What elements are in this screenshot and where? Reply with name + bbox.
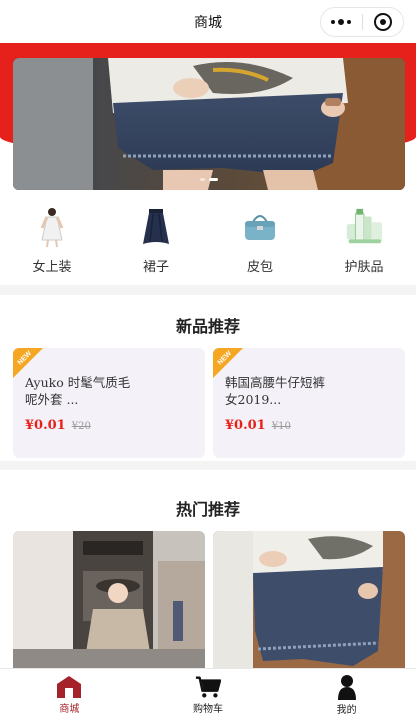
navigation-bar: 商城 [0, 0, 416, 43]
carousel-indicator [13, 178, 405, 181]
price-row: ¥0.01 ¥10 [225, 418, 291, 433]
section-title: 新品推荐 [175, 317, 240, 336]
banner-section [0, 43, 416, 198]
tab-cart[interactable]: 购物车 [139, 669, 278, 715]
category-label: 护肤品 [344, 260, 384, 275]
category-item-skirts[interactable]: 裙子 [104, 198, 208, 285]
tab-label: 商城 [59, 704, 80, 715]
cart-icon [195, 674, 221, 699]
product-original-price: ¥20 [71, 421, 91, 432]
category-label: 女上装 [32, 260, 72, 275]
new-products-grid: NEW Ayuko 时髦气质毛呢外套 ... ¥0.01 ¥20 NEW 韩国高… [13, 348, 405, 458]
product-name: 韩国高腰牛仔短裤女2019... [225, 375, 326, 407]
tab-store[interactable]: 商城 [0, 669, 139, 715]
product-image [213, 531, 405, 671]
more-menu-icon[interactable] [321, 19, 362, 25]
product-price: ¥0.01 [25, 418, 66, 433]
category-item-bags[interactable]: 皮包 [208, 198, 312, 285]
tab-label: 我的 [336, 705, 357, 715]
store-icon [56, 674, 82, 699]
banner-image [13, 58, 405, 190]
hot-products-grid [13, 531, 405, 671]
user-icon [334, 674, 360, 700]
hot-products-section: 热门推荐 [0, 470, 416, 671]
handbag-icon [239, 206, 281, 248]
close-miniprogram-icon[interactable] [362, 13, 403, 31]
price-row: ¥0.01 ¥20 [25, 418, 91, 433]
hot-product-card[interactable] [213, 531, 405, 671]
carousel-dot [200, 178, 205, 181]
skirt-icon [135, 206, 177, 248]
tab-profile[interactable]: 我的 [277, 669, 416, 715]
tab-label: 购物车 [193, 704, 223, 715]
tab-bar: 商城 购物车 我的 [0, 668, 416, 715]
banner-carousel[interactable] [13, 58, 405, 190]
skincare-icon [343, 206, 385, 248]
hot-product-card[interactable] [13, 531, 205, 671]
product-price: ¥0.01 [225, 418, 266, 433]
product-name: Ayuko 时髦气质毛呢外套 ... [25, 375, 131, 407]
category-label: 皮包 [246, 260, 273, 275]
category-item-skincare[interactable]: 护肤品 [312, 198, 416, 285]
category-nav: 女上装 裙子 皮包 护肤品 [0, 198, 416, 285]
miniprogram-capsule [320, 7, 404, 37]
product-image [13, 531, 205, 671]
product-original-price: ¥10 [271, 421, 291, 432]
section-title: 热门推荐 [175, 500, 240, 519]
category-item-tops[interactable]: 女上装 [0, 198, 104, 285]
product-card[interactable]: NEW Ayuko 时髦气质毛呢外套 ... ¥0.01 ¥20 [13, 348, 205, 458]
category-label: 裙子 [142, 260, 169, 275]
product-card[interactable]: NEW 韩国高腰牛仔短裤女2019... ¥0.01 ¥10 [213, 348, 405, 458]
dress-icon [31, 206, 73, 248]
carousel-dot-active [209, 178, 218, 181]
new-products-section: 新品推荐 NEW Ayuko 时髦气质毛呢外套 ... ¥0.01 ¥20 NE… [0, 295, 416, 461]
